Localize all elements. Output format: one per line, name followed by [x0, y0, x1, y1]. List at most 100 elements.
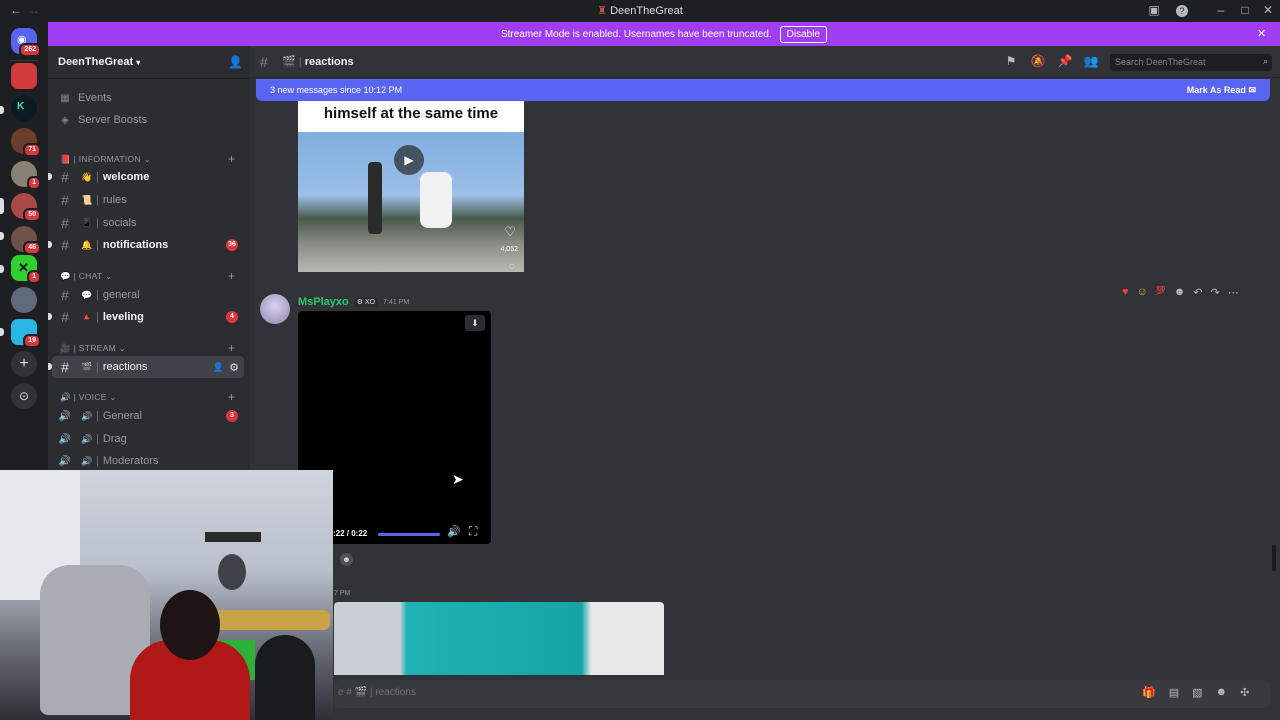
channel-socials[interactable]: # 📱 | socials	[52, 212, 244, 234]
disable-streamer-button[interactable]: Disable	[779, 25, 828, 43]
sidebar-item-server-boosts[interactable]: ◈ Server Boosts	[52, 109, 244, 131]
category-voice[interactable]: 🔊 | VOICE ⌄	[60, 392, 117, 403]
threads-icon[interactable]: ⚑	[1003, 54, 1019, 68]
voice-channel-general[interactable]: 🔊 🔊 | General 3	[52, 405, 244, 427]
category-label: | STREAM	[73, 343, 116, 353]
server-icon[interactable]: ✕ 1	[11, 255, 41, 284]
person-figure	[368, 162, 382, 234]
video-progress-fill	[378, 533, 440, 536]
fullscreen-icon[interactable]: ⛶	[469, 524, 477, 539]
play-icon[interactable]: ▶	[394, 145, 424, 175]
unread-indicator	[0, 232, 4, 240]
channel-label: leveling	[102, 311, 144, 323]
add-channel-icon[interactable]: +	[228, 152, 235, 166]
heart-icon[interactable]: ♡	[504, 224, 516, 240]
member-list-icon[interactable]: 👥	[1083, 54, 1099, 68]
category-information[interactable]: 📕 | INFORMATION ⌄	[60, 154, 151, 165]
invite-icon[interactable]: 👤	[228, 55, 243, 69]
category-stream[interactable]: 🎥 | STREAM ⌄	[60, 343, 126, 354]
calendar-icon: ▦	[60, 92, 70, 104]
mention-badge: 36	[226, 239, 238, 251]
category-chat[interactable]: 💬 | CHAT ⌄	[60, 271, 112, 282]
more-options-icon[interactable]: ⋯	[1228, 286, 1239, 302]
channel-label: socials	[102, 217, 137, 229]
channel-separator: |	[96, 433, 99, 445]
channel-rules[interactable]: # 📜 | rules	[52, 189, 244, 211]
create-invite-icon[interactable]: 👤	[213, 362, 224, 373]
add-channel-icon[interactable]: +	[228, 269, 235, 283]
channel-welcome[interactable]: # 👋 | welcome	[52, 166, 244, 188]
scrollbar-thumb[interactable]	[1272, 545, 1276, 571]
chair-back	[255, 635, 315, 720]
apps-icon[interactable]: ✣	[1240, 686, 1249, 699]
server-icon[interactable]	[11, 287, 37, 313]
hash-icon: #	[61, 359, 69, 375]
video-thumbnail[interactable]	[334, 602, 664, 675]
channel-notifications[interactable]: # 🔔 | notifications 36	[52, 234, 244, 256]
home-button[interactable]: ◉ 262	[11, 28, 41, 57]
reply-icon[interactable]: ↶	[1193, 286, 1202, 302]
guild-name[interactable]: DeenTheGreat ▾	[58, 56, 140, 68]
add-channel-icon[interactable]: +	[228, 390, 235, 404]
banner-text: Streamer Mode is enabled. Usernames have…	[500, 28, 772, 40]
composer-actions: 🎁 ▤ ▧ ☻ ✣	[1142, 686, 1249, 699]
author-name[interactable]: MsPlayxo	[298, 296, 349, 308]
sticker-icon[interactable]: ▧	[1192, 686, 1202, 699]
download-icon[interactable]: ⬇	[465, 315, 485, 331]
add-channel-icon[interactable]: +	[228, 341, 235, 355]
server-icon[interactable]: 1	[11, 161, 41, 190]
minimize-icon[interactable]: –	[1213, 3, 1229, 17]
banner-close-icon[interactable]: ✕	[1257, 27, 1266, 40]
embed-video-thumbnail[interactable]: ▶ ♡ 4,052 ◌	[298, 132, 524, 272]
add-reaction-icon[interactable]: ☻	[1174, 286, 1186, 302]
gif-icon[interactable]: ▤	[1169, 686, 1179, 699]
message-input[interactable]: e # 🎬 | reactions	[334, 680, 1270, 708]
channel-leveling[interactable]: # 🔺 | leveling 4	[52, 306, 244, 328]
message-actions: ♥ ☺ 💯 ☻ ↶ ↷ ⋯	[1122, 286, 1262, 302]
inbox-icon[interactable]: ▣	[1146, 3, 1162, 17]
hundred-reaction-icon[interactable]: 💯	[1156, 286, 1166, 302]
server-icon[interactable]: 71	[11, 128, 41, 157]
channel-emoji: 🔔	[81, 239, 93, 250]
new-messages-bar[interactable]: 3 new messages since 10:12 PM Mark As Rea…	[256, 79, 1270, 101]
laugh-reaction-icon[interactable]: ☺	[1137, 286, 1148, 302]
close-window-icon[interactable]: ✕	[1260, 3, 1276, 17]
comment-icon[interactable]: ◌	[509, 261, 515, 272]
emoji-icon[interactable]: ☻	[1216, 686, 1228, 699]
channel-separator: |	[96, 311, 99, 323]
avatar[interactable]	[260, 294, 290, 324]
channel-label: reactions	[102, 361, 148, 373]
gear-icon[interactable]: ⚙	[229, 361, 239, 374]
add-reaction-icon[interactable]: ☻	[340, 553, 353, 566]
speaker-icon: 🔊	[60, 392, 71, 402]
server-icon[interactable]: 46	[11, 226, 41, 255]
explore-icon[interactable]: ⊙	[11, 383, 37, 409]
server-icon[interactable]: 19	[11, 319, 41, 348]
mark-as-read-button[interactable]: Mark As Read ✉	[1187, 85, 1256, 96]
person-figure	[420, 172, 452, 228]
hash-icon: #	[61, 309, 69, 325]
mute-bell-icon[interactable]: 🔕	[1030, 54, 1046, 68]
channel-reactions[interactable]: # 🎬 | reactions 👤 ⚙	[52, 356, 244, 378]
server-icon[interactable]	[11, 63, 37, 89]
heart-reaction-icon[interactable]: ♥	[1122, 286, 1129, 302]
help-icon[interactable]: ?	[1176, 5, 1188, 17]
channel-label: general	[102, 289, 140, 301]
pin-icon[interactable]: 📌	[1057, 54, 1073, 68]
add-server-icon[interactable]: +	[11, 351, 37, 377]
channel-general[interactable]: # 💬 | general	[52, 284, 244, 306]
speaker-icon: 🔊	[81, 455, 93, 466]
sidebar-item-events[interactable]: ▦ Events	[52, 87, 244, 109]
server-icon[interactable]: K	[11, 95, 37, 121]
voice-channel-moderators[interactable]: 🔊 🔊 | Moderators	[52, 450, 244, 472]
gift-icon[interactable]: 🎁	[1142, 686, 1156, 699]
voice-channel-drag[interactable]: 🔊 🔊 | Drag	[52, 428, 244, 450]
server-icon-letter: K	[17, 101, 25, 112]
server-icon[interactable]: 50	[11, 193, 41, 222]
video-progress-track[interactable]	[378, 533, 440, 536]
volume-icon[interactable]: 🔊	[447, 525, 461, 538]
search-input[interactable]: Search DeenTheGreat ⌕	[1110, 54, 1272, 71]
channel-separator: |	[96, 289, 99, 301]
forward-icon[interactable]: ↷	[1211, 286, 1220, 302]
maximize-icon[interactable]: □	[1237, 3, 1253, 17]
